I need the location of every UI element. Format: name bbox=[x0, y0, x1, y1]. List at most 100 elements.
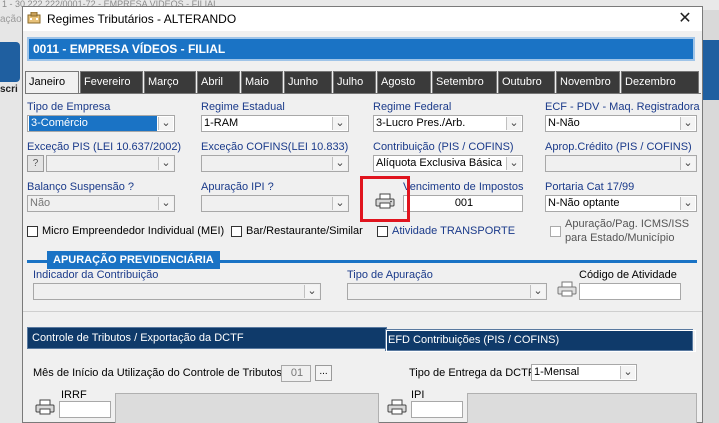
excecao-pis-help-button[interactable]: ? bbox=[27, 155, 44, 172]
regime-federal-select[interactable]: 3-Lucro Pres./Arb. bbox=[373, 115, 523, 132]
tipo-entrega-value: 1-Mensal bbox=[534, 366, 580, 378]
dialog-titlebar: Regimes Tributários - ALTERANDO ✕ bbox=[23, 7, 702, 31]
chevron-down-icon bbox=[530, 285, 545, 298]
codigo-atividade-label: Código de Atividade bbox=[579, 269, 677, 281]
irrf-detail-panel bbox=[115, 393, 379, 423]
company-name-bar: 0011 - EMPRESA VÍDEOS - FILIAL bbox=[27, 37, 695, 61]
irrf-label: IRRF bbox=[61, 389, 87, 401]
contribuicao-label: Contribuição (PIS / COFINS) bbox=[373, 141, 514, 153]
chevron-down-icon bbox=[680, 197, 695, 210]
tab-month-4[interactable]: Abril bbox=[197, 71, 240, 93]
chevron-down-icon bbox=[506, 117, 521, 130]
tab-month-11[interactable]: Novembro bbox=[556, 71, 620, 93]
mes-inicio-browse-button[interactable]: ... bbox=[315, 365, 332, 381]
tab-month-7[interactable]: Julho bbox=[333, 71, 376, 93]
mes-inicio-label: Mês de Início da Utilização do Controle … bbox=[33, 367, 285, 379]
tab-efd-contribuicoes[interactable]: EFD Contribuições (PIS / COFINS) bbox=[385, 329, 696, 352]
tab-month-5[interactable]: Maio bbox=[241, 71, 283, 93]
balanco-value: Não bbox=[30, 197, 51, 209]
excecao-pis-select[interactable] bbox=[46, 155, 175, 172]
indicador-select[interactable] bbox=[33, 283, 321, 300]
chevron-down-icon bbox=[158, 157, 173, 170]
tipo-empresa-select[interactable]: 3-Comércio bbox=[27, 115, 175, 132]
balanco-select[interactable]: Não bbox=[27, 195, 175, 212]
chevron-down-icon bbox=[332, 117, 347, 130]
apuracao-icms-label-1: Apuração/Pag. ICMS/ISS bbox=[565, 218, 690, 230]
portaria-label: Portaria Cat 17/99 bbox=[545, 181, 635, 193]
panel-separator bbox=[23, 311, 702, 319]
contribuicao-select[interactable]: Alíquota Exclusiva Básica bbox=[373, 155, 523, 172]
tab-month-2[interactable]: Fevereiro bbox=[80, 71, 143, 93]
excecao-pis-label: Exceção PIS (LEI 10.637/2002) bbox=[27, 141, 182, 153]
background-left-caption: scri bbox=[0, 84, 18, 95]
regime-estadual-value: 1-RAM bbox=[204, 117, 239, 129]
aprop-credito-select[interactable] bbox=[545, 155, 697, 172]
chevron-down-icon bbox=[620, 366, 635, 379]
ecf-label: ECF - PDV - Maq. Registradora bbox=[545, 101, 700, 113]
tab-month-1[interactable]: Janeiro bbox=[25, 71, 79, 93]
regime-federal-label: Regime Federal bbox=[373, 101, 452, 113]
tab-month-9[interactable]: Setembro bbox=[432, 71, 497, 93]
tabs-divider bbox=[25, 93, 701, 94]
regime-federal-value: 3-Lucro Pres./Arb. bbox=[376, 117, 466, 129]
tipo-apuracao-label: Tipo de Apuração bbox=[347, 269, 433, 281]
vencimento-input[interactable]: 001 bbox=[403, 195, 523, 212]
excecao-cofins-label: Exceção COFINS(LEI 10.833) bbox=[201, 141, 349, 153]
tab-month-12[interactable]: Dezembro bbox=[621, 71, 699, 93]
ecf-value: N-Não bbox=[548, 117, 580, 129]
month-tabs: Janeiro Fevereiro Março Abril Maio Junho… bbox=[25, 71, 701, 93]
tipo-entrega-label: Tipo de Entrega da DCTF: bbox=[409, 367, 538, 379]
previdenciaria-title: APURAÇÃO PREVIDENCIÁRIA bbox=[47, 251, 220, 269]
tipo-empresa-value: 3-Comércio bbox=[29, 116, 157, 131]
tipo-apuracao-select[interactable] bbox=[347, 283, 547, 300]
tipo-entrega-select[interactable]: 1-Mensal bbox=[531, 364, 637, 381]
tipo-empresa-label: Tipo de Empresa bbox=[27, 101, 111, 113]
bar-label: Bar/Restaurante/Similar bbox=[246, 225, 363, 237]
chevron-down-icon bbox=[304, 285, 319, 298]
regime-estadual-label: Regime Estadual bbox=[201, 101, 285, 113]
close-button[interactable]: ✕ bbox=[673, 9, 697, 29]
bar-checkbox[interactable] bbox=[231, 226, 242, 237]
mei-checkbox[interactable] bbox=[27, 226, 38, 237]
printer-icon[interactable] bbox=[557, 281, 577, 297]
printer-icon[interactable] bbox=[387, 399, 407, 415]
tab-month-8[interactable]: Agosto bbox=[377, 71, 431, 93]
aprop-credito-label: Aprop.Crédito (PIS / COFINS) bbox=[545, 141, 692, 153]
transporte-checkbox[interactable] bbox=[377, 226, 388, 237]
background-left-button bbox=[0, 42, 20, 82]
tab-month-3[interactable]: Março bbox=[144, 71, 196, 93]
chevron-down-icon bbox=[158, 117, 173, 130]
building-icon bbox=[27, 12, 41, 24]
chevron-down-icon bbox=[332, 157, 347, 170]
transporte-label: Atividade TRANSPORTE bbox=[392, 225, 516, 237]
ipi-detail-panel bbox=[467, 393, 697, 423]
irrf-input[interactable] bbox=[59, 401, 111, 418]
codigo-atividade-input[interactable] bbox=[579, 283, 681, 300]
chevron-down-icon bbox=[506, 157, 521, 170]
tab-month-10[interactable]: Outubro bbox=[498, 71, 555, 93]
chevron-down-icon bbox=[158, 197, 173, 210]
contribuicao-value: Alíquota Exclusiva Básica bbox=[376, 157, 502, 169]
apuracao-ipi-label: Apuração IPI ? bbox=[201, 181, 274, 193]
apuracao-ipi-select[interactable] bbox=[201, 195, 349, 212]
vencimento-label: Vencimento de Impostos bbox=[403, 181, 524, 193]
chevron-down-icon bbox=[680, 157, 695, 170]
dialog-title: Regimes Tributários - ALTERANDO bbox=[47, 12, 237, 26]
tab-dctf[interactable]: Controle de Tributos / Exportação da DCT… bbox=[27, 327, 387, 349]
regime-estadual-select[interactable]: 1-RAM bbox=[201, 115, 349, 132]
printer-icon[interactable] bbox=[35, 399, 55, 415]
apuracao-icms-label-2: para Estado/Município bbox=[565, 232, 675, 244]
apuracao-icms-checkbox[interactable] bbox=[550, 226, 561, 237]
portaria-value: N-Não optante bbox=[548, 197, 620, 209]
mes-inicio-input[interactable]: 01 bbox=[281, 365, 311, 382]
ipi-label: IPI bbox=[411, 389, 425, 401]
chevron-down-icon bbox=[680, 117, 695, 130]
ipi-input[interactable] bbox=[411, 401, 463, 418]
excecao-cofins-select[interactable] bbox=[201, 155, 349, 172]
balanco-label: Balanço Suspensão ? bbox=[27, 181, 135, 193]
regimes-dialog: Regimes Tributários - ALTERANDO ✕ 0011 -… bbox=[22, 6, 703, 423]
portaria-select[interactable]: N-Não optante bbox=[545, 195, 697, 212]
mei-label: Micro Empreendedor Individual (MEI) bbox=[42, 225, 225, 237]
ecf-select[interactable]: N-Não bbox=[545, 115, 697, 132]
tab-month-6[interactable]: Junho bbox=[284, 71, 332, 93]
